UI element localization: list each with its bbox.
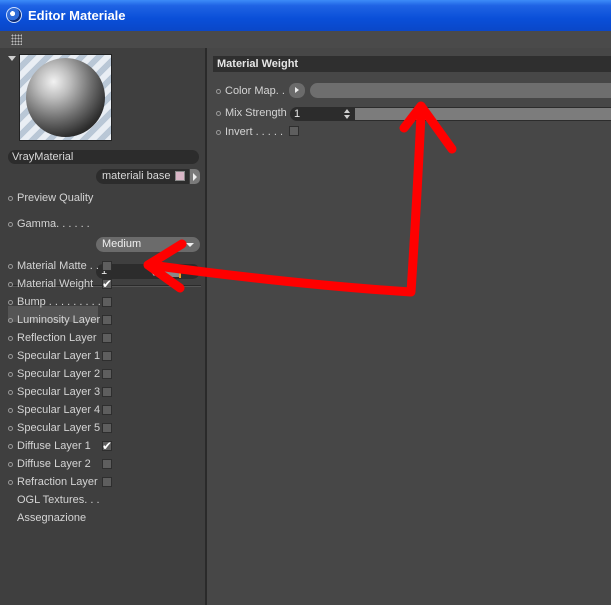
channel-label: Specular Layer 1 (17, 350, 101, 362)
animation-dot[interactable] (8, 462, 13, 467)
grip-icon[interactable] (11, 34, 22, 45)
channel-row[interactable]: Diffuse Layer 2 (0, 456, 200, 472)
color-map-shader-field[interactable] (310, 83, 611, 98)
channel-checkbox[interactable] (102, 387, 112, 397)
channel-row[interactable]: Material Matte . . (0, 258, 200, 274)
cinema4d-icon (6, 7, 22, 23)
mix-strength-input[interactable]: 1 (290, 107, 355, 121)
channel-label: Diffuse Layer 2 (17, 458, 91, 470)
layer-color-swatch (175, 171, 185, 181)
channel-label: Specular Layer 3 (17, 386, 101, 398)
channel-checkbox[interactable] (102, 438, 112, 454)
material-name-field[interactable]: VrayMaterial (8, 150, 199, 164)
color-map-menu-button[interactable] (289, 83, 305, 98)
channel-checkbox[interactable] (102, 405, 112, 415)
animation-dot[interactable] (8, 300, 13, 305)
preview-quality-row: Preview Quality (0, 190, 200, 206)
animation-dot[interactable] (8, 372, 13, 377)
channel-checkbox[interactable] (102, 459, 112, 469)
preview-quality-select[interactable]: Medium (96, 237, 200, 252)
invert-checkbox[interactable] (289, 126, 299, 136)
layer-field[interactable]: materiali base (96, 169, 189, 184)
channel-checkbox[interactable] (102, 333, 112, 343)
channel-row[interactable]: Assegnazione (0, 510, 200, 526)
animation-dot[interactable] (216, 130, 221, 135)
channel-row[interactable]: Bump . . . . . . . . . (0, 294, 200, 310)
animation-dot[interactable] (8, 222, 13, 227)
channel-panel: VrayMaterial materiali base Preview Qual… (0, 48, 207, 605)
gamma-row: Gamma. . . . . . (0, 216, 200, 232)
chevron-down-icon (186, 243, 194, 247)
channel-label: Luminosity Layer (17, 314, 101, 326)
mix-strength-value: 1 (294, 108, 301, 120)
channel-checkbox[interactable] (102, 276, 112, 292)
invert-label: Invert . . . . . (225, 126, 284, 138)
animation-dot[interactable] (8, 426, 13, 431)
section-title: Material Weight (213, 56, 611, 72)
channel-row[interactable]: OGL Textures. . . (0, 492, 200, 508)
channel-label: Material Matte . . (17, 260, 99, 272)
channel-label: OGL Textures. . . (17, 494, 100, 506)
title-bar[interactable]: Editor Materiale (0, 0, 611, 31)
channel-label: Assegnazione (17, 512, 87, 524)
channel-label: Refraction Layer (17, 476, 98, 488)
mix-strength-label: Mix Strength (225, 107, 287, 119)
channel-checkbox[interactable] (102, 351, 112, 361)
animation-dot[interactable] (8, 318, 13, 323)
channel-checkbox[interactable] (102, 261, 112, 271)
channel-row[interactable]: Luminosity Layer (0, 312, 200, 328)
channel-row[interactable]: Reflection Layer (0, 330, 200, 346)
animation-dot[interactable] (8, 480, 13, 485)
channel-row[interactable]: Specular Layer 1 (0, 348, 200, 364)
animation-dot[interactable] (8, 264, 13, 269)
preview-quality-value: Medium (102, 238, 142, 250)
channel-row[interactable]: Specular Layer 2 (0, 366, 200, 382)
animation-dot[interactable] (8, 408, 13, 413)
preview-quality-label: Preview Quality (17, 192, 94, 204)
animation-dot[interactable] (8, 390, 13, 395)
channel-checkbox[interactable] (102, 423, 112, 433)
channel-label: Specular Layer 5 (17, 422, 101, 434)
channel-label: Specular Layer 2 (17, 368, 101, 380)
mix-strength-slider[interactable] (355, 107, 611, 121)
channel-label: Specular Layer 4 (17, 404, 101, 416)
animation-dot[interactable] (8, 336, 13, 341)
channel-row[interactable]: Material Weight (0, 276, 200, 292)
channel-label: Material Weight (17, 278, 94, 290)
channel-row[interactable]: Specular Layer 3 (0, 384, 200, 400)
channel-checkbox[interactable] (102, 315, 112, 325)
menu-strip (0, 31, 611, 49)
layer-value: materiali base (102, 170, 171, 182)
channel-checkbox[interactable] (102, 369, 112, 379)
gamma-label: Gamma. . . . . . (17, 218, 90, 230)
animation-dot[interactable] (8, 444, 13, 449)
animation-dot[interactable] (8, 282, 13, 287)
animation-dot[interactable] (216, 111, 221, 116)
channel-row[interactable]: Refraction Layer (0, 474, 200, 490)
channel-checkbox[interactable] (102, 477, 112, 487)
material-preview[interactable] (19, 54, 112, 141)
channel-checkbox[interactable] (102, 297, 112, 307)
mix-strength-slider-fill (355, 108, 611, 120)
spinner-arrows-icon[interactable] (344, 109, 350, 120)
layer-menu-arrow[interactable] (190, 169, 200, 184)
preview-sphere (26, 58, 105, 137)
channel-label: Bump . . . . . . . . . (17, 296, 101, 308)
animation-dot[interactable] (8, 354, 13, 359)
settings-panel: Material Weight Color Map. . Mix Strengt… (207, 48, 611, 605)
color-map-label: Color Map. . (225, 85, 285, 97)
channel-label: Reflection Layer (17, 332, 97, 344)
channel-row[interactable]: Diffuse Layer 1 (0, 438, 200, 454)
animation-dot[interactable] (216, 89, 221, 94)
window-title: Editor Materiale (28, 8, 126, 23)
channel-row[interactable]: Specular Layer 5 (0, 420, 200, 436)
animation-dot[interactable] (8, 196, 13, 201)
channel-row[interactable]: Specular Layer 4 (0, 402, 200, 418)
channel-label: Diffuse Layer 1 (17, 440, 91, 452)
collapse-triangle-icon[interactable] (8, 56, 16, 61)
